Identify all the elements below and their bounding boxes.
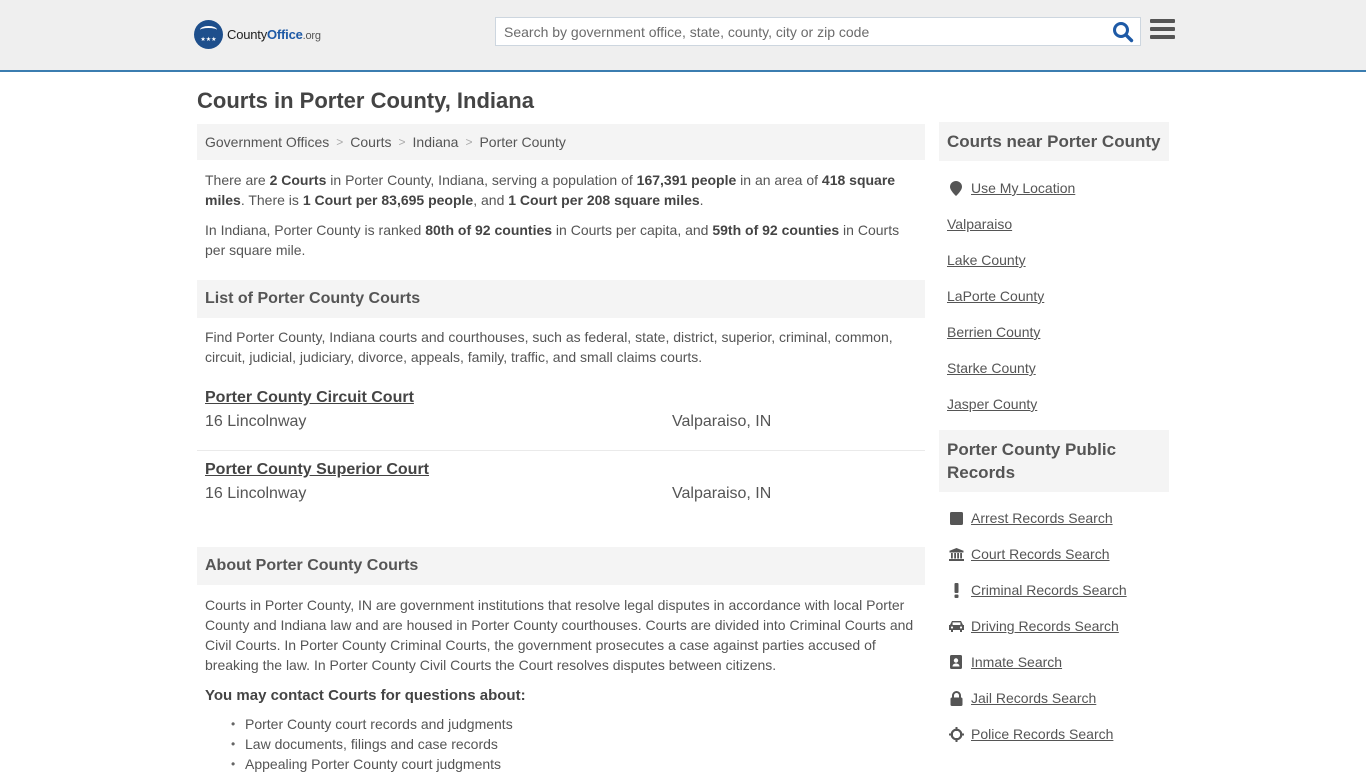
contact-topic-item: Law documents, filings and case records bbox=[231, 734, 925, 754]
eagle-logo-icon: ★★★ bbox=[194, 20, 223, 49]
nearby-link-valparaiso[interactable]: Valparaiso bbox=[947, 216, 1012, 232]
list-section-heading: List of Porter County Courts bbox=[197, 280, 925, 318]
breadcrumb-government-offices[interactable]: Government Offices bbox=[205, 134, 329, 150]
nearby-link-laporte-county[interactable]: LaPorte County bbox=[947, 288, 1044, 304]
use-my-location-link[interactable]: Use My Location bbox=[971, 180, 1075, 196]
sidebar-item-arrest-records: Arrest Records Search bbox=[947, 500, 1161, 536]
breadcrumb-separator: > bbox=[336, 135, 344, 149]
court-list: Porter County Circuit Court 16 Lincolnwa… bbox=[197, 385, 925, 515]
sidebar-item-berrien-county: Berrien County bbox=[947, 314, 1161, 350]
courts-near-list: Use My Location Valparaiso Lake County L… bbox=[939, 170, 1169, 422]
court-city: Valparaiso, IN bbox=[672, 413, 772, 430]
contact-topic-item: Appealing Porter County court judgments bbox=[231, 754, 925, 774]
sidebar-item-use-my-location: Use My Location bbox=[947, 170, 1161, 206]
sidebar-item-criminal-records: Criminal Records Search bbox=[947, 572, 1161, 608]
contact-topic-item: Porter County court records and judgment… bbox=[231, 714, 925, 734]
contact-heading: You may contact Courts for questions abo… bbox=[205, 687, 526, 704]
criminal-records-link[interactable]: Criminal Records Search bbox=[971, 582, 1127, 598]
nearby-link-berrien-county[interactable]: Berrien County bbox=[947, 324, 1040, 340]
about-section-heading: About Porter County Courts bbox=[197, 547, 925, 585]
breadcrumb-separator: > bbox=[465, 135, 473, 149]
main-content: Government Offices > Courts > Indiana > … bbox=[197, 124, 925, 774]
sidebar-item-lake-county: Lake County bbox=[947, 242, 1161, 278]
sidebar-item-valparaiso: Valparaiso bbox=[947, 206, 1161, 242]
menu-icon-bar bbox=[1150, 27, 1175, 31]
public-records-list: Arrest Records Search Court Records Sear… bbox=[939, 500, 1169, 752]
sidebar: Courts near Porter County Use My Locatio… bbox=[939, 122, 1169, 752]
driving-records-link[interactable]: Driving Records Search bbox=[971, 618, 1119, 634]
exclamation-icon bbox=[947, 582, 965, 598]
car-icon bbox=[947, 620, 965, 632]
intro-rank-paragraph: In Indiana, Porter County is ranked 80th… bbox=[205, 222, 900, 258]
court-records-link[interactable]: Court Records Search bbox=[971, 546, 1110, 562]
breadcrumb: Government Offices > Courts > Indiana > … bbox=[197, 124, 925, 160]
court-name-link[interactable]: Porter County Superior Court bbox=[205, 461, 429, 479]
list-section-description: Find Porter County, Indiana courts and c… bbox=[205, 329, 893, 365]
search-button[interactable] bbox=[1112, 21, 1136, 43]
sidebar-item-inmate-search: Inmate Search bbox=[947, 644, 1161, 680]
lock-icon bbox=[947, 690, 965, 706]
sidebar-item-jail-records: Jail Records Search bbox=[947, 680, 1161, 716]
map-marker-icon bbox=[947, 180, 965, 196]
sidebar-item-jasper-county: Jasper County bbox=[947, 386, 1161, 422]
search-icon bbox=[1113, 22, 1134, 43]
search-box bbox=[495, 17, 1141, 46]
court-city: Valparaiso, IN bbox=[672, 485, 772, 502]
sidebar-item-court-records: Court Records Search bbox=[947, 536, 1161, 572]
courts-near-heading: Courts near Porter County bbox=[939, 122, 1169, 161]
nearby-link-jasper-county[interactable]: Jasper County bbox=[947, 396, 1037, 412]
court-address: 16 Lincolnway bbox=[205, 485, 307, 502]
intro-stats-paragraph: There are 2 Courts in Porter County, Ind… bbox=[205, 172, 896, 208]
crosshair-icon bbox=[947, 726, 965, 742]
contact-topics-list: Porter County court records and judgment… bbox=[197, 714, 925, 774]
sidebar-item-starke-county: Starke County bbox=[947, 350, 1161, 386]
hamburger-menu-button[interactable] bbox=[1150, 19, 1175, 43]
arrest-records-link[interactable]: Arrest Records Search bbox=[971, 510, 1113, 526]
breadcrumb-porter-county[interactable]: Porter County bbox=[479, 134, 565, 150]
breadcrumb-indiana[interactable]: Indiana bbox=[413, 134, 459, 150]
inmate-search-link[interactable]: Inmate Search bbox=[971, 654, 1062, 670]
court-list-item: Porter County Circuit Court 16 Lincolnwa… bbox=[197, 385, 925, 450]
sidebar-item-driving-records: Driving Records Search bbox=[947, 608, 1161, 644]
menu-icon-bar bbox=[1150, 19, 1175, 23]
menu-icon-bar bbox=[1150, 35, 1175, 39]
site-header: ★★★ CountyOffice.org bbox=[0, 0, 1366, 72]
site-logo[interactable]: ★★★ CountyOffice.org bbox=[194, 20, 321, 49]
id-badge-icon bbox=[947, 655, 965, 669]
courthouse-icon bbox=[947, 547, 965, 561]
page-title: Courts in Porter County, Indiana bbox=[197, 88, 534, 113]
search-input[interactable] bbox=[496, 18, 1106, 45]
nearby-link-lake-county[interactable]: Lake County bbox=[947, 252, 1026, 268]
breadcrumb-separator: > bbox=[398, 135, 406, 149]
jail-records-link[interactable]: Jail Records Search bbox=[971, 690, 1096, 706]
square-icon bbox=[947, 511, 965, 525]
logo-text: CountyOffice.org bbox=[227, 27, 321, 42]
sidebar-item-police-records: Police Records Search bbox=[947, 716, 1161, 752]
court-list-item: Porter County Superior Court 16 Lincolnw… bbox=[197, 450, 925, 515]
police-records-link[interactable]: Police Records Search bbox=[971, 726, 1113, 742]
sidebar-item-laporte-county: LaPorte County bbox=[947, 278, 1161, 314]
about-section-text: Courts in Porter County, IN are governme… bbox=[205, 597, 914, 673]
nearby-link-starke-county[interactable]: Starke County bbox=[947, 360, 1036, 376]
breadcrumb-courts[interactable]: Courts bbox=[350, 134, 391, 150]
court-name-link[interactable]: Porter County Circuit Court bbox=[205, 389, 414, 407]
court-address: 16 Lincolnway bbox=[205, 413, 307, 430]
public-records-heading: Porter County Public Records bbox=[939, 430, 1169, 492]
